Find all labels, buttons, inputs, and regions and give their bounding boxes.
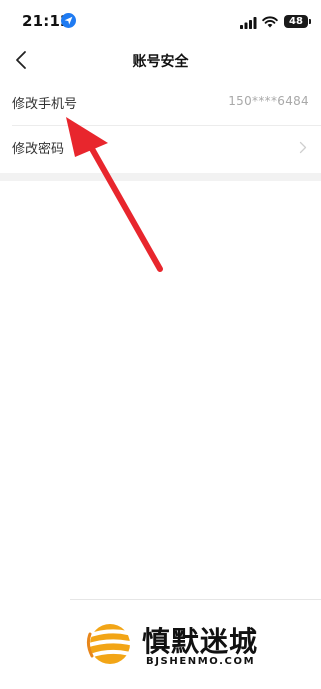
battery-cap (309, 19, 311, 24)
nav-bar: 账号安全 (0, 44, 321, 76)
change-password-label: 修改密码 (12, 142, 65, 157)
phone-number-value: 150****6484 (228, 94, 309, 108)
change-phone-row[interactable]: 修改手机号 150****6484 (0, 80, 321, 125)
change-password-row[interactable]: 修改密码 (0, 125, 321, 170)
cellular-signal-icon (240, 17, 257, 29)
chevron-right-icon (299, 141, 307, 154)
settings-list: 修改手机号 150****6484 修改密码 (0, 80, 321, 170)
watermark-subtitle: BJSHENMO.COM (146, 656, 256, 667)
watermark-logo: 慎默迷城 BJSHENMO.COM (82, 616, 308, 672)
section-divider (0, 173, 321, 181)
location-arrow-icon (61, 13, 76, 28)
battery-icon: 48 (284, 15, 308, 28)
wifi-icon (262, 16, 278, 28)
sun-logo-icon (84, 624, 136, 664)
status-bar: 21:12 48 (0, 0, 321, 44)
page-title: 账号安全 (132, 54, 189, 70)
watermark-divider (70, 599, 321, 600)
change-phone-label: 修改手机号 (12, 97, 78, 112)
battery-level: 48 (289, 16, 303, 27)
watermark-title: 慎默迷城 (142, 625, 259, 658)
